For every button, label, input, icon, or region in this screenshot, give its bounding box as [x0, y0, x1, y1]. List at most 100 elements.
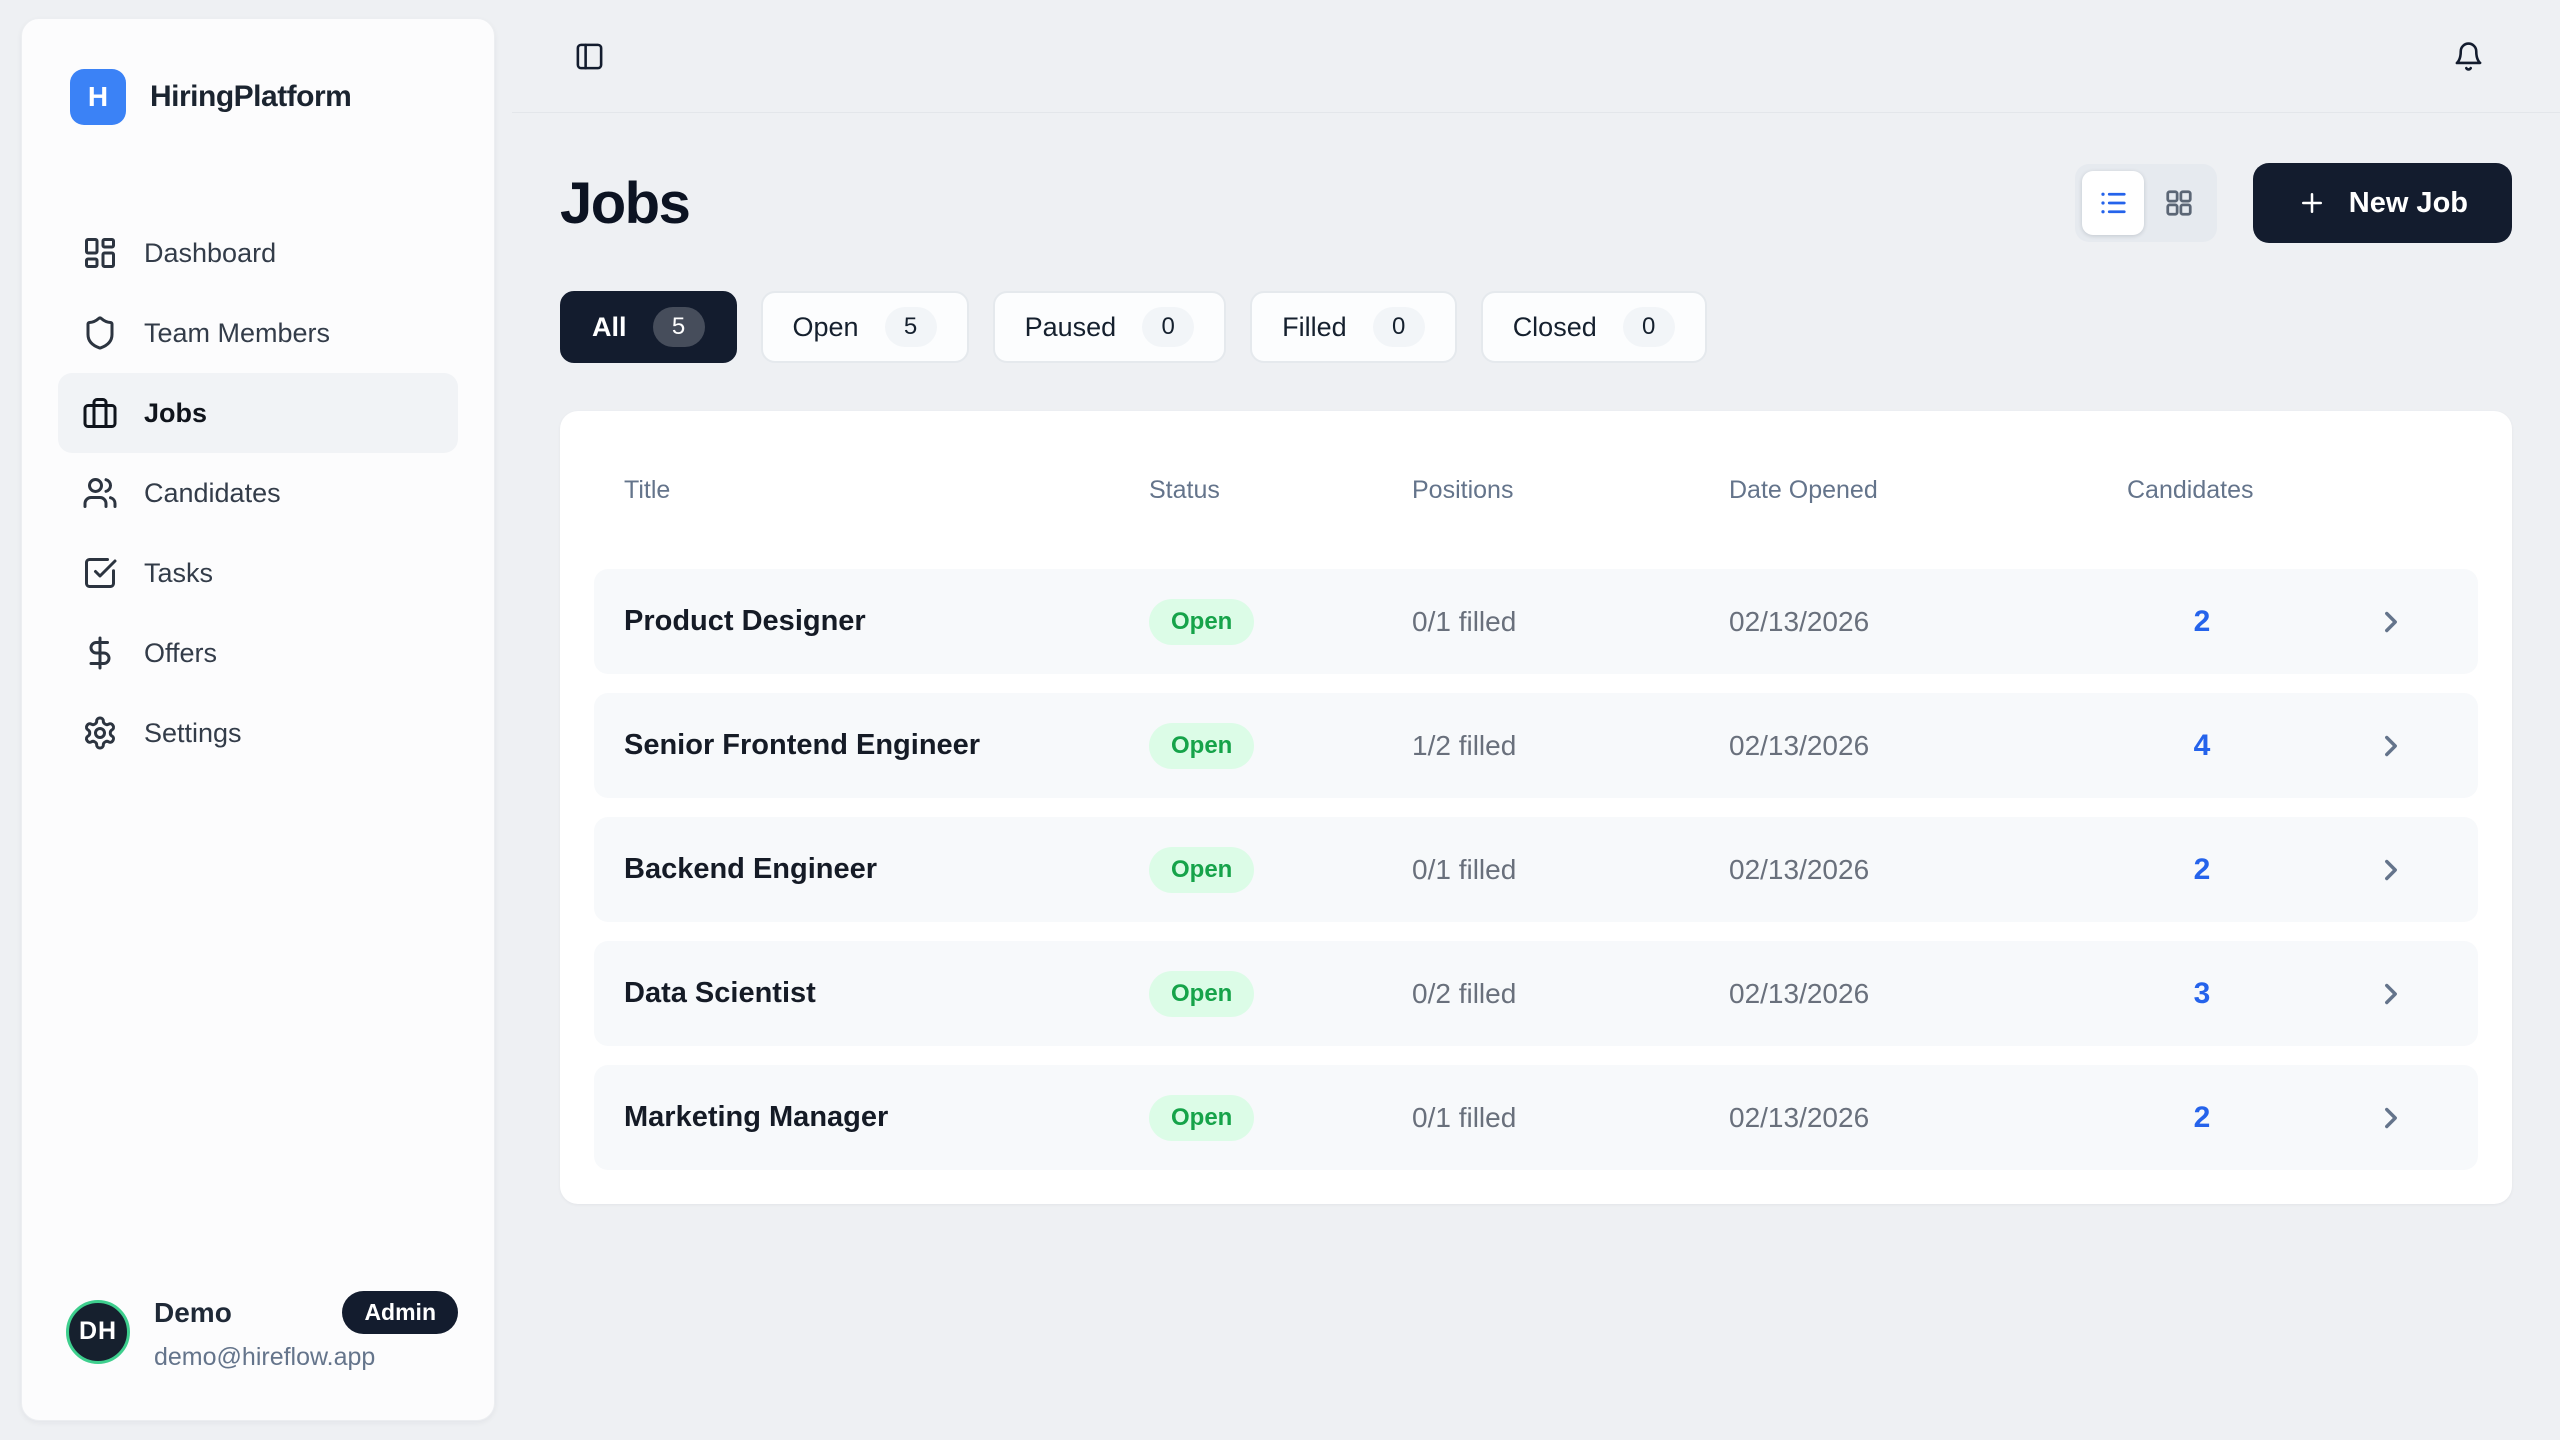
user-name: Demo: [154, 1297, 232, 1329]
status-badge: Open: [1149, 971, 1254, 1017]
user-panel[interactable]: DH Demo Admin demo@hireflow.app: [58, 1291, 458, 1372]
sidebar-item-label: Candidates: [144, 478, 281, 509]
sidebar-nav: Dashboard Team Members Jobs Candidates T…: [58, 213, 458, 773]
filter-closed[interactable]: Closed 0: [1481, 291, 1707, 363]
positions-cell: 0/1 filled: [1412, 606, 1729, 638]
grid-icon: [2164, 188, 2194, 218]
status-badge: Open: [1149, 847, 1254, 893]
chevron-right-icon[interactable]: [2374, 729, 2408, 763]
filter-label: Paused: [1025, 312, 1117, 343]
gear-icon: [82, 715, 118, 751]
column-header-title: Title: [624, 476, 1149, 505]
date-opened-cell: 02/13/2026: [1729, 978, 2127, 1010]
candidates-count[interactable]: 3: [2127, 977, 2277, 1011]
sidebar-item-team-members[interactable]: Team Members: [58, 293, 458, 373]
status-filters: All 5 Open 5 Paused 0 Filled 0 Closed 0: [560, 291, 2512, 363]
shield-icon: [82, 315, 118, 351]
job-title: Backend Engineer: [624, 853, 1149, 886]
view-toggle: [2075, 164, 2217, 242]
table-row[interactable]: Data Scientist Open 0/2 filled 02/13/202…: [594, 941, 2478, 1046]
panel-left-icon: [574, 41, 605, 72]
table-row[interactable]: Senior Frontend Engineer Open 1/2 filled…: [594, 693, 2478, 798]
sidebar-item-jobs[interactable]: Jobs: [58, 373, 458, 453]
topbar: [512, 0, 2560, 113]
page-header: Jobs: [560, 163, 2512, 243]
filter-label: All: [592, 312, 627, 343]
column-header-date-opened: Date Opened: [1729, 476, 2127, 505]
sidebar-item-candidates[interactable]: Candidates: [58, 453, 458, 533]
sidebar-item-settings[interactable]: Settings: [58, 693, 458, 773]
date-opened-cell: 02/13/2026: [1729, 854, 2127, 886]
dashboard-icon: [82, 235, 118, 271]
filter-count-badge: 5: [653, 307, 705, 347]
jobs-table-card: Title Status Positions Date Opened Candi…: [560, 411, 2512, 1204]
job-title: Senior Frontend Engineer: [624, 729, 1149, 762]
status-badge: Open: [1149, 1095, 1254, 1141]
brand-title: HiringPlatform: [150, 80, 351, 114]
candidates-count[interactable]: 2: [2127, 853, 2277, 887]
positions-cell: 0/1 filled: [1412, 854, 1729, 886]
role-badge: Admin: [342, 1291, 458, 1334]
table-row[interactable]: Product Designer Open 0/1 filled 02/13/2…: [594, 569, 2478, 674]
sidebar-item-label: Team Members: [144, 318, 330, 349]
brand-logo: H: [70, 69, 126, 125]
date-opened-cell: 02/13/2026: [1729, 1102, 2127, 1134]
avatar: DH: [66, 1300, 130, 1364]
sidebar: H HiringPlatform Dashboard Team Members …: [21, 18, 495, 1421]
candidates-count[interactable]: 2: [2127, 605, 2277, 639]
list-icon: [2098, 188, 2128, 218]
sidebar-item-offers[interactable]: Offers: [58, 613, 458, 693]
bell-icon: [2453, 41, 2484, 72]
table-header: Title Status Positions Date Opened Candi…: [594, 411, 2478, 569]
filter-label: Closed: [1513, 312, 1597, 343]
positions-cell: 0/2 filled: [1412, 978, 1729, 1010]
filter-paused[interactable]: Paused 0: [993, 291, 1227, 363]
chevron-right-icon[interactable]: [2374, 605, 2408, 639]
sidebar-item-label: Tasks: [144, 558, 213, 589]
chevron-right-icon[interactable]: [2374, 853, 2408, 887]
filter-filled[interactable]: Filled 0: [1250, 291, 1457, 363]
column-header-status: Status: [1149, 476, 1412, 505]
table-row[interactable]: Marketing Manager Open 0/1 filled 02/13/…: [594, 1065, 2478, 1170]
main-area: Jobs: [512, 0, 2560, 1440]
sidebar-item-label: Jobs: [144, 398, 207, 429]
status-badge: Open: [1149, 723, 1254, 769]
filter-label: Open: [793, 312, 859, 343]
plus-icon: [2297, 188, 2327, 218]
date-opened-cell: 02/13/2026: [1729, 606, 2127, 638]
page-title: Jobs: [560, 170, 689, 237]
sidebar-item-label: Settings: [144, 718, 242, 749]
user-info: Demo Admin demo@hireflow.app: [154, 1291, 458, 1372]
column-header-candidates: Candidates: [2127, 476, 2277, 505]
user-email: demo@hireflow.app: [154, 1343, 458, 1372]
filter-open[interactable]: Open 5: [761, 291, 969, 363]
sidebar-item-tasks[interactable]: Tasks: [58, 533, 458, 613]
filter-all[interactable]: All 5: [560, 291, 737, 363]
filter-count-badge: 0: [1142, 307, 1194, 347]
notifications-button[interactable]: [2453, 41, 2484, 72]
chevron-right-icon[interactable]: [2374, 977, 2408, 1011]
filter-count-badge: 5: [885, 307, 937, 347]
sidebar-item-dashboard[interactable]: Dashboard: [58, 213, 458, 293]
brand-logo-letter: H: [88, 81, 108, 113]
grid-view-button[interactable]: [2148, 171, 2210, 235]
users-icon: [82, 475, 118, 511]
briefcase-icon: [82, 395, 118, 431]
column-header-positions: Positions: [1412, 476, 1729, 505]
candidates-count[interactable]: 4: [2127, 729, 2277, 763]
list-view-button[interactable]: [2082, 171, 2144, 235]
table-row[interactable]: Backend Engineer Open 0/1 filled 02/13/2…: [594, 817, 2478, 922]
candidates-count[interactable]: 2: [2127, 1101, 2277, 1135]
content: Jobs: [512, 113, 2560, 1204]
chevron-right-icon[interactable]: [2374, 1101, 2408, 1135]
filter-label: Filled: [1282, 312, 1347, 343]
date-opened-cell: 02/13/2026: [1729, 730, 2127, 762]
brand: H HiringPlatform: [58, 69, 458, 125]
new-job-label: New Job: [2349, 187, 2468, 220]
sidebar-item-label: Dashboard: [144, 238, 276, 269]
filter-count-badge: 0: [1623, 307, 1675, 347]
sidebar-toggle-button[interactable]: [574, 41, 605, 72]
positions-cell: 1/2 filled: [1412, 730, 1729, 762]
sidebar-item-label: Offers: [144, 638, 217, 669]
new-job-button[interactable]: New Job: [2253, 163, 2512, 243]
